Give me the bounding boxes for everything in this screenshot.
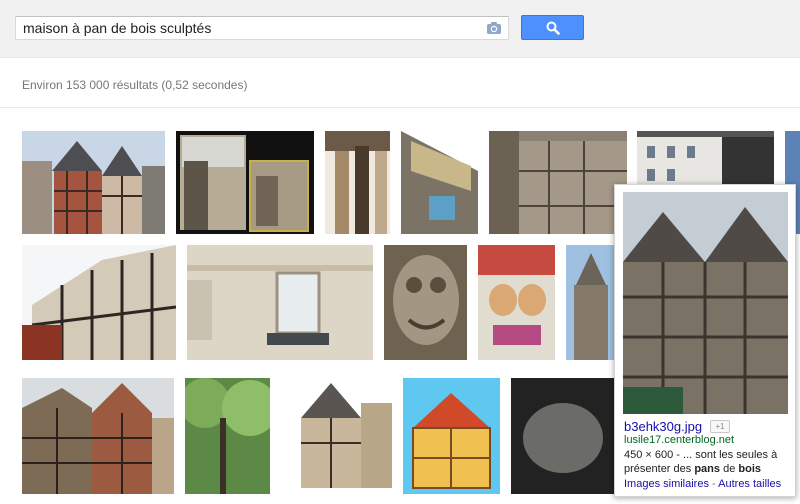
top-bar <box>0 0 800 58</box>
image-result[interactable] <box>566 245 614 360</box>
search-box[interactable] <box>15 16 509 40</box>
image-result[interactable] <box>176 131 314 234</box>
image-result[interactable] <box>22 245 176 360</box>
similar-images-link[interactable]: Images similaires <box>624 478 709 490</box>
image-result[interactable] <box>281 378 392 494</box>
preview-dimensions: 450 × 600 <box>624 449 674 461</box>
preview-snippet: 450 × 600 - ... sont les seules à présen… <box>624 449 778 475</box>
image-result[interactable] <box>489 131 627 234</box>
image-result[interactable] <box>185 378 270 494</box>
search-input[interactable] <box>23 19 483 37</box>
preview-image[interactable] <box>623 192 788 414</box>
other-sizes-link[interactable]: Autres tailles <box>718 478 781 490</box>
camera-icon[interactable] <box>486 21 502 35</box>
image-result[interactable] <box>478 245 555 360</box>
result-stats: Environ 153 000 résultats (0,52 secondes… <box>22 78 248 92</box>
image-result[interactable] <box>637 131 774 184</box>
image-result[interactable] <box>401 131 478 234</box>
plus-one-button[interactable]: +1 <box>710 420 730 433</box>
magnifier-icon <box>546 21 560 35</box>
image-result[interactable] <box>403 378 500 494</box>
preview-links: Images similaires - Autres tailles <box>624 478 782 490</box>
image-preview-panel: b3ehk30g.jpg +1 lusile17.centerblog.net … <box>614 184 796 497</box>
results-bar: Environ 153 000 résultats (0,52 secondes… <box>0 59 800 108</box>
image-result[interactable] <box>22 378 174 494</box>
image-result[interactable] <box>325 131 390 234</box>
image-result[interactable] <box>22 131 165 234</box>
image-result[interactable] <box>511 378 614 494</box>
preview-domain[interactable]: lusile17.centerblog.net <box>624 434 734 446</box>
search-button[interactable] <box>521 15 584 40</box>
image-result[interactable] <box>384 245 467 360</box>
image-result[interactable] <box>187 245 373 360</box>
preview-title-link[interactable]: b3ehk30g.jpg <box>624 419 702 434</box>
